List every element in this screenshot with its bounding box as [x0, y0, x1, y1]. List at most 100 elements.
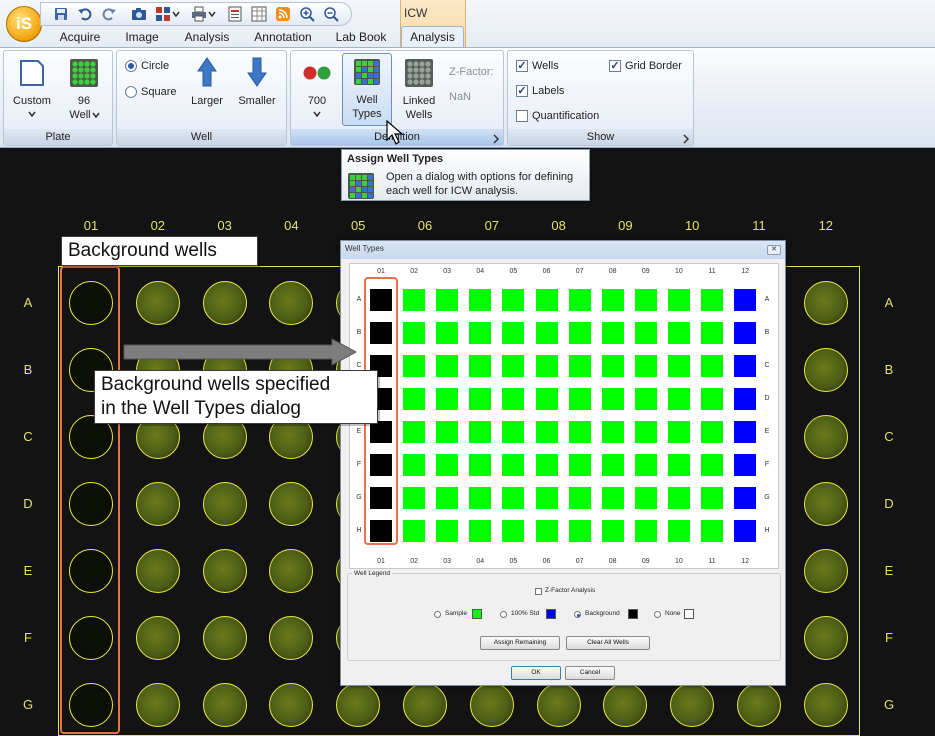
print-icon[interactable]	[191, 6, 207, 22]
well-type-cell[interactable]	[436, 289, 459, 311]
well-type-cell[interactable]	[469, 454, 492, 476]
well-type-cell[interactable]	[535, 421, 558, 443]
plate-well[interactable]	[135, 549, 180, 593]
well-type-cell[interactable]	[667, 289, 690, 311]
well-type-cell[interactable]	[502, 322, 525, 344]
well-type-cell[interactable]	[701, 355, 723, 377]
tab-analysis[interactable]: Analysis	[180, 28, 234, 47]
well-type-cell[interactable]	[634, 454, 657, 476]
well-type-cell[interactable]	[403, 289, 426, 311]
save-icon[interactable]	[53, 6, 69, 22]
well-type-cell[interactable]	[403, 322, 426, 344]
plate-well[interactable]	[536, 683, 581, 727]
well-type-cell[interactable]	[601, 454, 624, 476]
tab-annotation[interactable]: Annotation	[250, 28, 316, 47]
grid-border-checkbox[interactable]: ✓	[609, 60, 621, 72]
zoom-out-icon[interactable]	[323, 6, 339, 22]
well-type-cell[interactable]	[469, 322, 492, 344]
well-type-cell[interactable]	[502, 454, 525, 476]
well-type-cell[interactable]	[502, 520, 525, 542]
plate-well[interactable]	[803, 549, 848, 593]
well-type-cell[interactable]	[469, 388, 492, 410]
cancel-button[interactable]: Cancel	[565, 666, 615, 680]
well-type-cell[interactable]	[634, 355, 657, 377]
well-type-cell[interactable]	[502, 421, 525, 443]
well-type-cell[interactable]	[535, 388, 558, 410]
well-type-cell[interactable]	[701, 421, 723, 443]
chevron-down-icon[interactable]	[88, 111, 104, 119]
well-type-cell[interactable]	[701, 388, 723, 410]
well-type-cell[interactable]	[667, 322, 690, 344]
well-type-cell[interactable]	[535, 355, 558, 377]
well-type-cell[interactable]	[734, 421, 757, 443]
well-type-cell[interactable]	[403, 520, 426, 542]
well-type-cell[interactable]	[734, 322, 757, 344]
well-type-cell[interactable]	[469, 289, 492, 311]
plate-well[interactable]	[670, 683, 715, 727]
well-type-cell[interactable]	[568, 355, 591, 377]
well-type-cell[interactable]	[734, 520, 757, 542]
plate-well[interactable]	[202, 482, 247, 526]
well-type-cell[interactable]	[601, 322, 624, 344]
quantification-checkbox[interactable]	[516, 110, 528, 122]
well-type-cell[interactable]	[568, 322, 591, 344]
well-type-cell[interactable]	[403, 421, 426, 443]
legend-radio[interactable]	[434, 611, 441, 618]
plate-well[interactable]	[135, 281, 180, 325]
well-type-cell[interactable]	[601, 520, 624, 542]
labels-checkbox[interactable]: ✓	[516, 85, 528, 97]
well-type-cell[interactable]	[701, 454, 723, 476]
well-type-cell[interactable]	[701, 322, 723, 344]
well-type-cell[interactable]	[436, 421, 459, 443]
plate-well[interactable]	[803, 348, 848, 392]
well-type-cell[interactable]	[535, 520, 558, 542]
well-type-cell[interactable]	[601, 355, 624, 377]
well-type-cell[interactable]	[436, 487, 459, 509]
tab-lab-book[interactable]: Lab Book	[333, 28, 389, 47]
plate-well[interactable]	[803, 616, 848, 660]
smaller-button[interactable]: Smaller	[233, 95, 281, 108]
tab-icw-analysis[interactable]: Analysis	[402, 28, 463, 47]
plate-well[interactable]	[803, 683, 848, 727]
well-type-cell[interactable]	[667, 454, 690, 476]
well-type-cell[interactable]	[436, 520, 459, 542]
assign-remaining-button[interactable]: Assign Remaining	[480, 636, 560, 650]
well-type-cell[interactable]	[535, 289, 558, 311]
well-type-cell[interactable]	[469, 355, 492, 377]
plate-well[interactable]	[803, 281, 848, 325]
well-type-cell[interactable]	[403, 355, 426, 377]
well-type-cell[interactable]	[502, 388, 525, 410]
well-type-cell[interactable]	[634, 520, 657, 542]
well-type-cell[interactable]	[701, 520, 723, 542]
chevron-down-icon[interactable]	[22, 110, 42, 118]
ok-button[interactable]: OK	[511, 666, 561, 680]
legend-radio[interactable]	[574, 611, 581, 618]
well-type-cell[interactable]	[701, 487, 723, 509]
well-type-cell[interactable]	[403, 454, 426, 476]
report-icon[interactable]	[227, 6, 243, 22]
well-type-cell[interactable]	[601, 289, 624, 311]
well-type-cell[interactable]	[734, 355, 757, 377]
dialog-close-button[interactable]: ✕	[767, 245, 781, 255]
well-type-cell[interactable]	[436, 355, 459, 377]
chevron-down-icon[interactable]	[171, 6, 181, 22]
plate-well[interactable]	[803, 482, 848, 526]
undo-icon[interactable]	[77, 6, 93, 22]
channel-700-button[interactable]: 700	[295, 95, 339, 108]
well-type-cell[interactable]	[734, 388, 757, 410]
well-type-cell[interactable]	[568, 388, 591, 410]
well-type-cell[interactable]	[734, 289, 757, 311]
circle-radio[interactable]	[125, 60, 137, 72]
well-type-cell[interactable]	[667, 355, 690, 377]
grid-color-icon[interactable]	[155, 6, 171, 22]
well-types-button[interactable]: Well Types	[342, 53, 392, 126]
legend-radio[interactable]	[654, 611, 661, 618]
well-type-cell[interactable]	[568, 487, 591, 509]
well-type-cell[interactable]	[568, 520, 591, 542]
well-type-cell[interactable]	[667, 520, 690, 542]
well-type-cell[interactable]	[502, 487, 525, 509]
well-type-cell[interactable]	[667, 421, 690, 443]
zfactor-analysis-checkbox[interactable]	[535, 588, 542, 595]
chevron-down-icon[interactable]	[309, 110, 325, 118]
well-type-cell[interactable]	[568, 421, 591, 443]
